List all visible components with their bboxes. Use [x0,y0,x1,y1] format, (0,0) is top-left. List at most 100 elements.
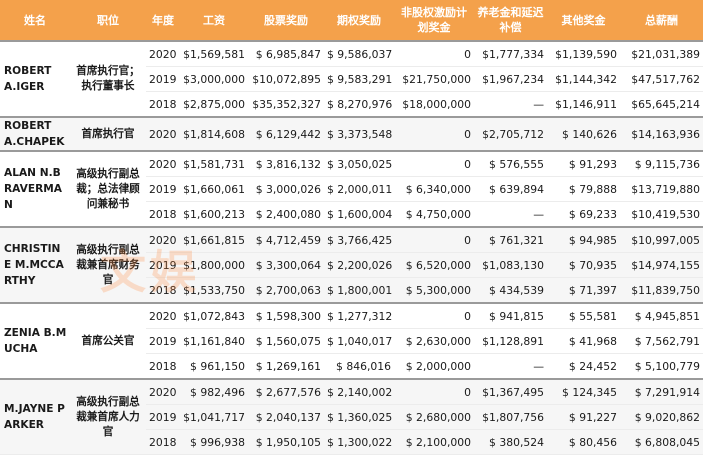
executive-name: ALAN N.BRAVERMAN [0,150,70,228]
pension-cell: $ 761,321 [474,226,547,253]
option-award-cell: $ 3,050,025 [324,150,394,177]
other-comp-cell: $1,139,590 [547,40,620,67]
header-nonequity-incentive: 非股权激励计划奖金 [394,0,474,41]
total-comp-cell: $13,719,880 [620,176,703,202]
salary-cell: $1,161,840 [180,328,248,354]
nonequity-cell: 0 [394,40,474,67]
stock-award-cell: $ 3,300,064 [248,252,324,278]
total-comp-cell: $ 7,291,914 [620,378,703,405]
executive-position: 高级执行副总裁；总法律顾问兼秘书 [70,150,146,228]
nonequity-cell: $ 5,300,000 [394,277,474,304]
other-comp-cell: $ 94,985 [547,226,620,253]
stock-award-cell: $ 1,598,300 [248,302,324,329]
option-award-cell: $ 1,600,004 [324,201,394,228]
header-option-awards: 期权奖励 [324,0,394,41]
other-comp-cell: $ 140,626 [547,116,620,152]
option-award-cell: $ 3,766,425 [324,226,394,253]
nonequity-cell: $ 6,340,000 [394,176,474,202]
table-row: M.JAYNE PARKER 高级执行副总裁兼首席人力官 2020 $ 982,496… [0,378,703,455]
executive-name: ZENIA B.MUCHA [0,302,70,380]
executive-position: 首席执行官；执行董事长 [70,40,146,118]
total-comp-cell: $11,839,750 [620,277,703,304]
stock-award-cell: $ 3,816,132 [248,150,324,177]
stock-award-cell: $ 3,000,026 [248,176,324,202]
nonequity-cell: $ 6,520,000 [394,252,474,278]
total-comp-cell: $21,031,389 [620,40,703,67]
option-award-cell: $ 1,800,001 [324,277,394,304]
option-award-cell: $ 9,586,037 [324,40,394,67]
total-comp-cell: $ 7,562,791 [620,328,703,354]
nonequity-cell: $21,750,000 [394,66,474,92]
stock-award-cell: $ 6,985,847 [248,40,324,67]
salary-cell: $1,072,843 [180,302,248,329]
option-award-cell: $ 3,373,548 [324,116,394,152]
stock-award-cell: $10,072,895 [248,66,324,92]
executive-name: M.JAYNE PARKER [0,378,70,455]
nonequity-cell: 0 [394,116,474,152]
executive-position: 高级执行副总裁兼首席财务官 [70,226,146,304]
stock-award-cell: $ 1,269,161 [248,353,324,380]
option-award-cell: $ 2,140,002 [324,378,394,405]
table-row: ROBERT A.CHAPEK 首席执行官 2020 $1,814,608 $ 6,12… [0,116,703,152]
total-comp-cell: $10,997,005 [620,226,703,253]
other-comp-cell: $ 69,233 [547,201,620,228]
table-row: ZENIA B.MUCHA 首席公关官 2020 $1,072,843 $ 1,598,… [0,302,703,380]
nonequity-cell: $ 2,680,000 [394,404,474,430]
nonequity-cell: $ 2,000,000 [394,353,474,380]
header-year: 年度 [146,0,180,41]
year-cell: 2020 [146,302,180,329]
nonequity-cell: 0 [394,150,474,177]
executive-name: ROBERT A.IGER [0,40,70,118]
pension-cell: $1,807,756 [474,404,547,430]
salary-cell: $1,533,750 [180,277,248,304]
stock-award-cell: $ 2,677,576 [248,378,324,405]
table-row: CHRISTINE M.MCCARTHY 高级执行副总裁兼首席财务官 2020 $1,… [0,226,703,304]
total-comp-cell: $10,419,530 [620,201,703,228]
year-cell: 2018 [146,201,180,228]
option-award-cell: $ 9,583,291 [324,66,394,92]
pension-cell: — [474,91,547,118]
other-comp-cell: $ 55,581 [547,302,620,329]
pension-cell: $ 639,894 [474,176,547,202]
nonequity-cell: 0 [394,378,474,405]
salary-cell: $2,875,000 [180,91,248,118]
nonequity-cell: $ 4,750,000 [394,201,474,228]
total-comp-cell: $ 9,020,862 [620,404,703,430]
total-comp-cell: $ 9,115,736 [620,150,703,177]
year-cell: 2019 [146,328,180,354]
stock-award-cell: $ 4,712,459 [248,226,324,253]
executive-name: ROBERT A.CHAPEK [0,116,70,152]
salary-cell: $ 961,150 [180,353,248,380]
option-award-cell: $ 1,360,025 [324,404,394,430]
stock-award-cell: $35,352,327 [248,91,324,118]
option-award-cell: $ 1,040,017 [324,328,394,354]
other-comp-cell: $ 79,888 [547,176,620,202]
table-header-row: 姓名 职位 年度 工资 股票奖励 期权奖励 非股权激励计划奖金 养老金和延迟补偿… [0,0,703,41]
salary-cell: $ 982,496 [180,378,248,405]
compensation-table: 姓名 职位 年度 工资 股票奖励 期权奖励 非股权激励计划奖金 养老金和延迟补偿… [0,0,703,455]
total-comp-cell: $14,163,936 [620,116,703,152]
year-cell: 2020 [146,226,180,253]
table-body: ROBERT A.IGER 首席执行官；执行董事长 2020 $1,569,581 $ … [0,40,703,455]
salary-cell: $ 996,938 [180,429,248,455]
header-salary: 工资 [180,0,248,41]
salary-cell: $1,661,815 [180,226,248,253]
salary-cell: $1,814,608 [180,116,248,152]
stock-award-cell: $ 2,700,063 [248,277,324,304]
pension-cell: $ 941,815 [474,302,547,329]
other-comp-cell: $ 24,452 [547,353,620,380]
salary-cell: $1,569,581 [180,40,248,67]
header-other-comp: 其他奖金 [547,0,620,41]
other-comp-cell: $1,146,911 [547,91,620,118]
nonequity-cell: 0 [394,226,474,253]
year-cell: 2018 [146,277,180,304]
nonequity-cell: $ 2,630,000 [394,328,474,354]
executive-position: 首席公关官 [70,302,146,380]
table-row: ALAN N.BRAVERMAN 高级执行副总裁；总法律顾问兼秘书 2020 $1,5… [0,150,703,228]
salary-cell: $1,660,061 [180,176,248,202]
year-cell: 2020 [146,40,180,67]
header-total-comp: 总薪酬 [620,0,703,41]
other-comp-cell: $ 91,227 [547,404,620,430]
pension-cell: $ 380,524 [474,429,547,455]
pension-cell: — [474,353,547,380]
